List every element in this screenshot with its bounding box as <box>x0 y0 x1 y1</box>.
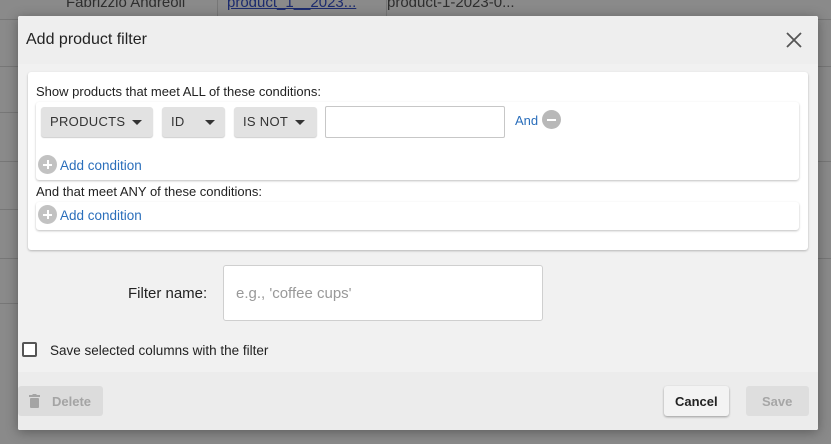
delete-button-label: Delete <box>52 394 92 409</box>
table-row-divider <box>0 209 18 210</box>
any-conditions-group: Add condition <box>36 202 799 230</box>
cancel-button-label: Cancel <box>675 394 718 409</box>
table-cell-name: Fabrizzio Andreoli <box>66 0 186 11</box>
any-conditions-label: And that meet ANY of these conditions: <box>36 184 262 199</box>
field-group-value: PRODUCTS <box>50 114 126 129</box>
save-button[interactable]: Save <box>746 386 809 416</box>
add-all-condition-link[interactable]: Add condition <box>60 158 142 173</box>
trash-icon <box>29 394 40 408</box>
delete-button[interactable]: Delete <box>18 386 103 416</box>
table-row-divider <box>0 161 18 162</box>
table-row-divider <box>0 258 18 259</box>
table-row-divider <box>818 66 831 67</box>
dialog-title: Add product filter <box>26 31 147 48</box>
add-any-condition-link[interactable]: Add condition <box>60 208 142 223</box>
dialog-header: Add product filter <box>18 16 818 64</box>
filter-criteria-panel: Show products that meet ALL of these con… <box>28 72 808 250</box>
operator-dropdown[interactable]: IS NOT <box>234 107 317 137</box>
filter-name-input[interactable] <box>223 265 543 321</box>
save-button-label: Save <box>762 394 793 409</box>
field-dropdown[interactable]: ID <box>162 107 225 137</box>
remove-condition-icon[interactable] <box>542 110 561 129</box>
table-row-divider <box>0 66 18 67</box>
table-row-divider <box>0 303 18 304</box>
table-cell-handle: product-1-2023-0... <box>387 0 515 11</box>
operator-value: IS NOT <box>243 114 289 129</box>
caret-down-icon <box>132 120 142 125</box>
filter-name-label: Filter name: <box>128 285 208 302</box>
plus-circle-icon[interactable] <box>38 205 57 224</box>
and-condition-link[interactable]: And <box>515 113 538 128</box>
condition-value-input[interactable] <box>325 106 505 138</box>
add-product-filter-dialog: Add product filter Show products that me… <box>18 16 818 430</box>
table-row-divider <box>818 258 831 259</box>
table-cell-link: product_1__2023... <box>227 0 357 11</box>
all-conditions-label: Show products that meet ALL of these con… <box>36 84 321 99</box>
field-value: ID <box>171 114 185 129</box>
cancel-button[interactable]: Cancel <box>664 386 729 416</box>
table-row-divider <box>0 112 18 113</box>
all-conditions-group: PRODUCTS ID IS NOT And Add condition <box>36 102 799 180</box>
save-columns-checkbox[interactable] <box>22 342 37 357</box>
caret-down-icon <box>205 120 215 125</box>
save-columns-label: Save selected columns with the filter <box>50 343 269 358</box>
dialog-footer: Delete Cancel Save <box>18 372 818 430</box>
table-row-divider <box>818 161 831 162</box>
caret-down-icon <box>295 120 305 125</box>
plus-circle-icon[interactable] <box>38 155 57 174</box>
close-icon[interactable] <box>784 30 804 50</box>
field-group-dropdown[interactable]: PRODUCTS <box>41 107 153 137</box>
